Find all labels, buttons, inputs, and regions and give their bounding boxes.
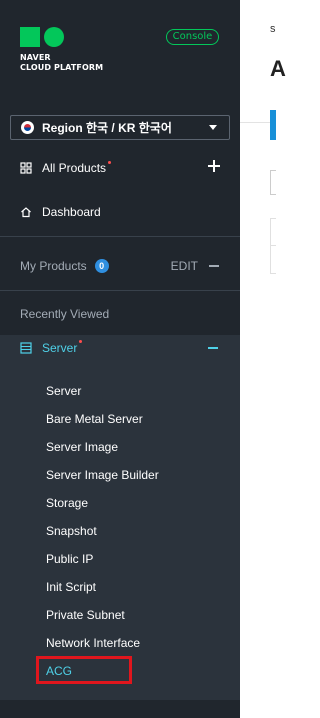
primary-button-partial[interactable] <box>270 110 276 140</box>
dashboard-label: Dashboard <box>42 205 101 219</box>
sidebar: NAVER CLOUD PLATFORM Console Region 한국 /… <box>0 0 240 718</box>
submenu-item-private-subnet[interactable]: Private Subnet <box>46 608 125 622</box>
main-content-partial: s A <box>240 0 286 718</box>
submenu-item-snapshot[interactable]: Snapshot <box>46 524 97 538</box>
table-partial <box>270 218 276 274</box>
naver-cloud-logo[interactable]: NAVER CLOUD PLATFORM <box>20 27 103 73</box>
logo-line-1: NAVER <box>20 53 51 62</box>
acg-highlight-box <box>36 656 132 684</box>
home-icon <box>20 206 32 218</box>
nav-all-products[interactable]: All Products <box>0 148 240 188</box>
logo-line-2: CLOUD PLATFORM <box>20 63 104 72</box>
edit-button[interactable]: EDIT <box>171 259 198 273</box>
submenu-item-server[interactable]: Server <box>46 384 81 398</box>
region-label: Region 한국 / KR 한국어 <box>42 121 172 135</box>
divider <box>240 122 274 123</box>
recently-viewed-heading: Recently Viewed <box>0 294 240 334</box>
submenu-item-network-interface[interactable]: Network Interface <box>46 636 140 650</box>
nav-dashboard[interactable]: Dashboard <box>0 192 240 232</box>
new-indicator-dot <box>108 160 112 164</box>
submenu-item-server-image[interactable]: Server Image <box>46 440 118 454</box>
nav-my-products[interactable]: My Products 0 EDIT <box>0 246 240 286</box>
console-badge[interactable]: Console <box>166 29 219 45</box>
server-icon <box>20 341 32 354</box>
nav-server[interactable]: Server <box>0 335 240 360</box>
submenu-item-storage[interactable]: Storage <box>46 496 88 510</box>
korea-flag-icon <box>21 121 34 134</box>
my-products-count-badge: 0 <box>94 259 109 273</box>
all-products-label: All Products <box>42 161 107 175</box>
caret-down-icon <box>209 125 217 130</box>
divider <box>0 236 240 237</box>
server-label: Server <box>42 340 78 355</box>
new-indicator-dot <box>79 340 83 343</box>
table-row-divider <box>270 245 276 246</box>
logo-mark-icon <box>20 27 66 49</box>
collapse-icon[interactable] <box>208 347 218 349</box>
submenu-item-init-script[interactable]: Init Script <box>46 580 96 594</box>
submenu-item-server-image-builder[interactable]: Server Image Builder <box>46 468 159 482</box>
content-partial-text: s <box>270 23 276 35</box>
page-title-partial: A <box>270 56 286 81</box>
collapse-icon[interactable] <box>209 265 219 267</box>
grid-icon <box>20 162 32 174</box>
submenu-item-public-ip[interactable]: Public IP <box>46 552 93 566</box>
region-select[interactable]: Region 한국 / KR 한국어 <box>10 115 230 140</box>
input-partial[interactable] <box>270 170 276 195</box>
add-icon[interactable] <box>208 160 220 172</box>
my-products-label: My Products <box>20 259 87 273</box>
recently-viewed-label: Recently Viewed <box>20 307 110 321</box>
submenu-item-bare-metal-server[interactable]: Bare Metal Server <box>46 412 143 426</box>
divider <box>0 290 240 291</box>
